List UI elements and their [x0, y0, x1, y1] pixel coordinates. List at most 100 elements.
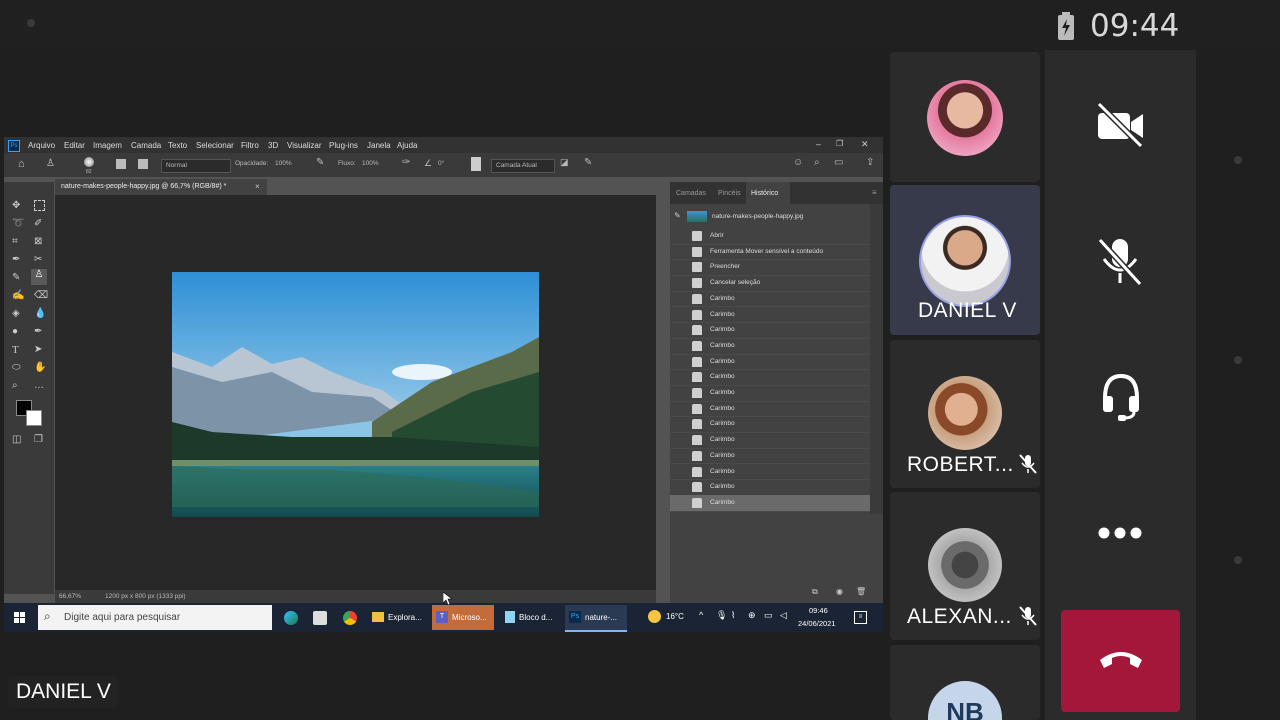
edge-icon[interactable]: [284, 611, 298, 625]
mic-off-icon[interactable]: [1095, 235, 1145, 287]
tab-layers[interactable]: Camadas: [676, 190, 706, 197]
history-state[interactable]: Carimbo: [670, 338, 870, 355]
workspace-icon[interactable]: ▭: [834, 157, 843, 168]
zoom-level[interactable]: 66,67%: [59, 593, 81, 600]
flow-value[interactable]: 100%: [362, 160, 379, 167]
history-state[interactable]: Ferramenta Mover sensível a conteúdo: [670, 244, 870, 261]
headset-icon[interactable]: [1100, 372, 1142, 422]
windows-start-icon[interactable]: [14, 612, 25, 623]
dodge-tool-icon[interactable]: ●: [12, 326, 18, 337]
menu-editar[interactable]: Editar: [64, 141, 85, 150]
tray-chevron-icon[interactable]: ^: [699, 610, 703, 620]
history-state[interactable]: Carimbo: [670, 354, 870, 371]
hand-tool-icon[interactable]: ✋: [34, 362, 46, 373]
mode-select[interactable]: Normal: [166, 162, 187, 169]
eyedropper-tool-icon[interactable]: ✒: [12, 254, 20, 265]
taskbar-app-photoshop[interactable]: Ps nature-...: [565, 605, 627, 632]
more-tools-icon[interactable]: …: [34, 380, 44, 391]
chrome-icon[interactable]: [343, 611, 357, 625]
brush-settings-icon[interactable]: [116, 159, 126, 169]
menu-texto[interactable]: Texto: [168, 141, 187, 150]
history-brush-tool-icon[interactable]: ✍: [12, 290, 24, 301]
display-tray-icon[interactable]: ▭: [764, 610, 773, 621]
history-state[interactable]: Preencher: [670, 259, 870, 277]
delete-state-icon[interactable]: 🗑: [856, 587, 866, 596]
share-user-icon[interactable]: ☺: [793, 157, 803, 168]
sample-select[interactable]: Camada Atual: [496, 162, 537, 169]
close-window-button[interactable]: ✕: [861, 139, 869, 150]
tab-history[interactable]: Histórico: [746, 182, 790, 204]
menu-ajuda[interactable]: Ajuda: [397, 141, 417, 150]
taskbar-search[interactable]: ⌕ Digite aqui para pesquisar: [38, 605, 272, 630]
new-document-from-state-icon[interactable]: ⧉: [812, 587, 818, 597]
clone-stamp-icon[interactable]: ♙: [46, 158, 55, 169]
airbrush-icon[interactable]: ✑: [402, 157, 410, 168]
hang-up-button[interactable]: [1061, 610, 1180, 712]
weather-temp[interactable]: 16°C: [666, 612, 684, 621]
camera-off-icon[interactable]: [1095, 100, 1147, 150]
menu-imagem[interactable]: Imagem: [93, 141, 122, 150]
menu-camada[interactable]: Camada: [131, 141, 161, 150]
history-state[interactable]: Carimbo: [670, 479, 870, 496]
blur-tool-icon[interactable]: 💧: [34, 308, 46, 319]
clone-stamp-tool-icon[interactable]: ♙: [31, 269, 47, 285]
brush-preview-icon[interactable]: [84, 157, 94, 167]
location-tray-icon[interactable]: ⊕: [748, 610, 756, 621]
paint-bucket-tool-icon[interactable]: ◈: [12, 308, 20, 319]
type-tool-icon[interactable]: T: [12, 344, 19, 356]
crop-tool-icon[interactable]: ⌗: [12, 236, 18, 247]
background-color-swatch[interactable]: [26, 410, 42, 426]
lasso-tool-icon[interactable]: ➰: [12, 218, 24, 229]
weather-icon[interactable]: [648, 610, 661, 623]
clone-source-icon[interactable]: [138, 159, 148, 169]
frame-tool-icon[interactable]: ⊠: [34, 236, 42, 247]
volume-tray-icon[interactable]: ◁: [780, 610, 787, 621]
history-state[interactable]: Carimbo: [670, 494, 870, 512]
participant-tile-active[interactable]: DANIEL V: [890, 185, 1040, 335]
document-canvas[interactable]: [55, 195, 656, 590]
ignore-adjustment-icon[interactable]: ◪: [560, 157, 569, 168]
history-snapshot[interactable]: ✎ nature-makes-people-happy.jpg: [670, 207, 870, 227]
taskbar-app-teams[interactable]: T Microso...: [432, 605, 494, 630]
path-select-tool-icon[interactable]: ➤: [34, 344, 42, 355]
history-state[interactable]: Carimbo: [670, 401, 870, 418]
history-state[interactable]: Carimbo: [670, 464, 870, 481]
ellipse-tool-icon[interactable]: ⬭: [12, 362, 21, 373]
close-document-icon[interactable]: ×: [255, 182, 260, 191]
taskbar-time[interactable]: 09:46: [809, 606, 828, 615]
history-state[interactable]: Carimbo: [670, 432, 870, 449]
history-state[interactable]: Carimbo: [670, 385, 870, 402]
history-state[interactable]: Cancelar seleção: [670, 275, 870, 292]
history-state[interactable]: Abrir: [670, 228, 870, 245]
aligned-icon[interactable]: [471, 157, 481, 171]
history-state[interactable]: Carimbo: [670, 448, 870, 465]
participant-tile[interactable]: ROBERT...: [890, 340, 1040, 488]
network-tray-icon[interactable]: ⌇: [731, 610, 735, 621]
taskbar-date[interactable]: 24/06/2021: [798, 619, 836, 628]
minimize-window-button[interactable]: –: [816, 139, 821, 149]
taskbar-app-explorer[interactable]: Explora...: [368, 605, 428, 630]
pressure-opacity-icon[interactable]: ✎: [316, 157, 324, 168]
store-icon[interactable]: [313, 611, 327, 625]
panel-menu-icon[interactable]: ≡: [872, 188, 877, 197]
pressure-size-icon[interactable]: ✎: [584, 157, 592, 168]
more-options-icon[interactable]: [1098, 527, 1142, 539]
shared-screen[interactable]: Ps Arquivo Editar Imagem Camada Texto Se…: [4, 137, 883, 632]
angle-value[interactable]: 0°: [438, 160, 444, 167]
menu-visualizar[interactable]: Visualizar: [287, 141, 322, 150]
menu-selecionar[interactable]: Selecionar: [196, 141, 234, 150]
menu-arquivo[interactable]: Arquivo: [28, 141, 55, 150]
participant-tile[interactable]: ALEXAN...: [890, 492, 1040, 640]
opacity-value[interactable]: 100%: [275, 160, 292, 167]
camera-snapshot-icon[interactable]: ◉: [836, 587, 843, 596]
quick-select-tool-icon[interactable]: ✐: [34, 218, 42, 229]
brush-tool-icon[interactable]: ✎: [12, 272, 20, 283]
history-state[interactable]: Carimbo: [670, 322, 870, 339]
document-tab[interactable]: nature-makes-people-happy.jpg @ 66,7% (R…: [55, 179, 267, 195]
participant-tile[interactable]: NB: [890, 645, 1040, 720]
history-state[interactable]: Carimbo: [670, 416, 870, 434]
share-icon[interactable]: ⇪: [866, 157, 874, 168]
menu-filtro[interactable]: Filtro: [241, 141, 259, 150]
history-scrollbar[interactable]: [870, 204, 883, 514]
mic-tray-icon[interactable]: 🎙: [716, 610, 727, 621]
